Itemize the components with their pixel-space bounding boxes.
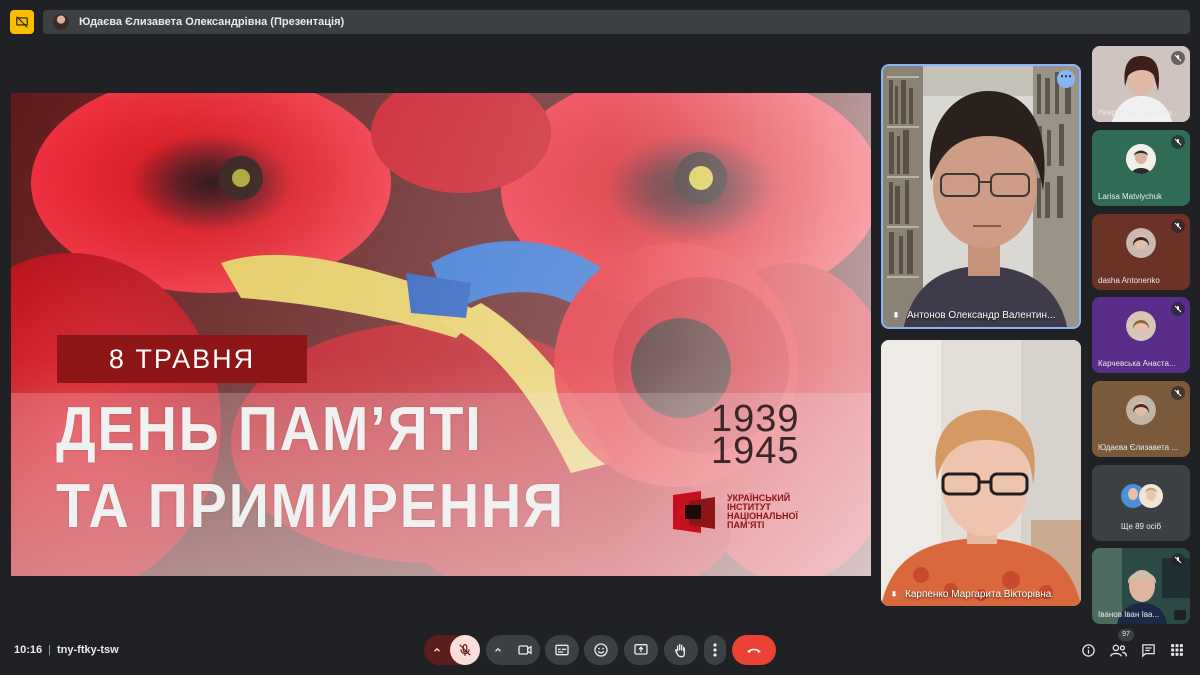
people-button[interactable] [1109,641,1127,659]
mic-group [424,635,480,665]
slide-title-line1: ДЕНЬ ПАМ’ЯТІ [56,395,483,464]
participant-tile-small[interactable]: dasha Antonenko [1092,214,1190,290]
mic-off-icon [1171,553,1185,567]
apps-grid-icon [1171,644,1183,656]
chat-button[interactable] [1139,641,1157,659]
camera-options-button[interactable] [486,645,510,655]
mic-off-icon [1171,302,1185,316]
present-screen-button[interactable] [624,635,658,665]
mic-toggle-button[interactable] [450,635,480,665]
pin-icon [893,311,899,320]
avatars-stack [1121,484,1163,508]
date-banner: 8 ТРАВНЯ [57,335,307,383]
slide-title-line2: ТА ПРИМИРЕННЯ [56,472,565,541]
end-call-button[interactable] [732,635,776,665]
bottom-toolbar: 10:16 | tny-ftky-tsw [0,628,1200,675]
avatar [1126,144,1156,174]
participant-name: Карпенко Маргарита Вікторівна [905,589,1052,600]
mic-options-button[interactable] [424,645,450,655]
participant-tile-small[interactable]: Карчевська Анаста... [1092,297,1190,373]
presenter-avatar [53,14,69,30]
mic-off-icon [1171,51,1185,65]
chat-icon [1141,643,1155,658]
more-options-button[interactable]: ⋯ [1057,70,1075,88]
mic-off-icon [1171,219,1185,233]
avatar [1126,395,1156,425]
meeting-details-button[interactable] [1079,641,1097,659]
participant-tile-small[interactable]: Некрасова Ярослав... [1092,46,1190,122]
mic-off-icon [1171,135,1185,149]
presenter-name: Юдаєва Єлизавета Олександрівна (Презента… [79,16,345,28]
participant-tile-pinned[interactable]: ⋯ Антонов Олександр Валентин... [881,64,1081,329]
top-bar: Юдаєва Єлизавета Олександрівна (Презента… [0,0,1200,44]
institute-name: УКРАЇНСЬКИЙ ІНСТИТУТ НАЦІОНАЛЬНОЇ ПАМ’ЯТ… [727,494,837,530]
years-label: 1939 1945 [711,400,800,472]
participant-name-bar: Карпенко Маргарита Вікторівна [881,589,1081,606]
participant-count-badge: 97 [1118,629,1134,641]
participant-name-bar: Антонов Олександр Валентин... [883,310,1079,327]
presentation-icon[interactable] [10,10,34,34]
institute-logo-block: УКРАЇНСЬКИЙ ІНСТИТУТ НАЦІОНАЛЬНОЇ ПАМ’ЯТ… [671,491,837,533]
participant-name: Іванов Іван Іва... [1098,610,1160,619]
presenter-banner: Юдаєва Єлизавета Олександрівна (Презента… [43,10,1190,34]
participant-tile[interactable]: Карпенко Маргарита Вікторівна [881,340,1081,606]
more-vert-icon [713,643,717,657]
camera-group [486,635,540,665]
meet-window: Юдаєва Єлизавета Олександрівна (Презента… [0,0,1200,675]
participant-name: Larisa Matviychuk [1098,192,1163,201]
captions-button[interactable] [545,635,579,665]
more-participants-tile[interactable]: Ще 89 осіб [1092,465,1190,541]
people-icon [1109,644,1127,657]
camera-icon [518,645,532,655]
avatar [1126,311,1156,341]
emoji-icon [594,643,608,657]
meeting-code: tny-ftky-tsw [57,644,119,656]
current-time: 10:16 [14,644,43,656]
participant-tile-small[interactable]: Larisa Matviychuk [1092,130,1190,206]
chevron-up-icon [434,647,440,652]
mic-off-icon [459,644,471,656]
captions-icon [555,644,569,656]
participant-video [883,66,1079,327]
info-icon [1081,643,1095,657]
camera-toggle-button[interactable] [510,642,540,658]
avatar [1126,228,1156,258]
emoji-button[interactable] [584,635,618,665]
institute-logo-icon [673,491,715,533]
participant-tile-small[interactable]: Іванов Іван Іва... [1092,548,1190,624]
activities-button[interactable] [1168,641,1186,659]
participant-tile-small[interactable]: Юдаєва Єлизавета ... [1092,381,1190,457]
hand-icon [674,644,685,658]
institute-line: ПАМ’ЯТІ [727,520,765,530]
participant-name: Карчевська Анаста... [1098,359,1176,368]
hang-up-icon [747,648,761,653]
meeting-info: 10:16 | tny-ftky-tsw [14,644,119,656]
participant-name: dasha Antonenko [1098,276,1160,285]
picture-in-picture-icon[interactable] [1174,610,1186,620]
presentation-slide: 8 ТРАВНЯ ДЕНЬ ПАМ’ЯТІ ТА ПРИМИРЕННЯ 1939… [11,93,871,576]
more-participants-label: Ще 89 осіб [1120,522,1162,531]
date-text: 8 ТРАВНЯ [108,343,256,374]
pin-icon [891,590,897,599]
participant-name: Антонов Олександр Валентин... [907,310,1056,321]
mic-off-icon [1171,386,1185,400]
chevron-up-icon [495,647,501,652]
participant-name: Некрасова Ярослав... [1098,108,1179,117]
more-options-button[interactable] [704,635,726,665]
participant-video [881,340,1081,606]
raise-hand-button[interactable] [664,635,698,665]
present-screen-icon [634,644,648,655]
year-end: 1945 [711,430,800,472]
participant-name: Юдаєва Єлизавета ... [1098,443,1179,452]
